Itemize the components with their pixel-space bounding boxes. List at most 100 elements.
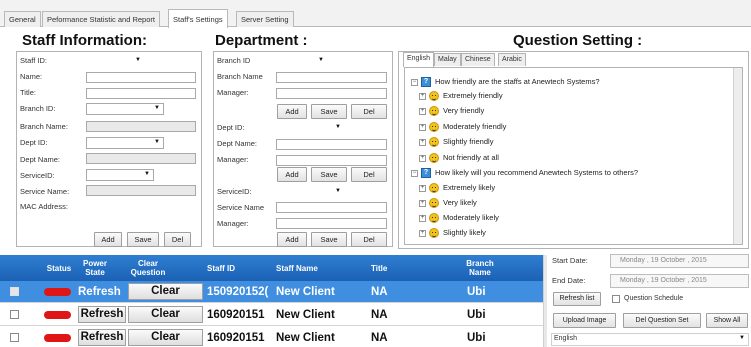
title-label: Title:	[20, 88, 36, 97]
tree-answer[interactable]: + Moderately likely	[419, 212, 499, 224]
tree-answer[interactable]: + Extremely friendly	[419, 90, 503, 102]
tree-answer[interactable]: + Not friendly at all	[419, 152, 499, 164]
service-id-combo[interactable]: ▼	[86, 169, 154, 181]
name-input[interactable]	[86, 72, 196, 83]
branch-del-button[interactable]: Del	[351, 104, 387, 119]
staff-del-button[interactable]: Del	[164, 232, 191, 247]
expand-icon[interactable]: +	[419, 138, 426, 146]
expand-icon[interactable]: +	[419, 92, 426, 100]
expand-icon[interactable]: +	[419, 107, 426, 115]
staff-save-button[interactable]: Save	[127, 232, 159, 247]
refresh-button[interactable]: Refresh	[78, 306, 126, 323]
branch-name-field	[86, 121, 196, 132]
service-del-button[interactable]: Del	[351, 232, 387, 247]
expand-icon[interactable]: +	[419, 184, 426, 192]
grid-scrollbar[interactable]	[543, 255, 547, 347]
start-date-picker[interactable]: Monday , 19 October , 2015	[610, 254, 749, 268]
language-select[interactable]: English ▼	[551, 333, 749, 346]
clear-button[interactable]: Clear	[128, 283, 203, 300]
dept-manager-input[interactable]	[276, 88, 387, 99]
dept-branch-name-label: Branch Name	[217, 72, 263, 81]
dept-save-button[interactable]: Save	[311, 167, 347, 182]
chevron-down-icon: ▼	[739, 335, 745, 341]
title-input[interactable]	[86, 88, 196, 99]
dept-dept-name-input[interactable]	[276, 139, 387, 150]
table-row[interactable]: Refresh Clear 150920152( New Client NA U…	[0, 281, 543, 303]
question-schedule-checkbox[interactable]	[612, 295, 620, 303]
dept-id-combo[interactable]: ▼	[86, 137, 164, 149]
smiley-icon	[429, 198, 439, 209]
tree-answer[interactable]: + Very friendly	[419, 105, 484, 117]
service-add-button[interactable]: Add	[277, 232, 307, 247]
collapse-icon[interactable]: −	[411, 78, 418, 86]
clear-button[interactable]: Clear	[128, 306, 203, 323]
staff-id-cell: 160920151	[207, 332, 265, 344]
dept-branch-id-dropdown-icon[interactable]: ▼	[318, 57, 324, 63]
expand-icon[interactable]: +	[419, 154, 426, 162]
del-question-set-button[interactable]: Del Question Set	[623, 313, 701, 328]
dept-add-button[interactable]: Add	[277, 167, 307, 182]
tab-staff-settings[interactable]: Staff's Settings	[168, 9, 228, 28]
tree-question-1[interactable]: −? How friendly are the staffs at Anewtec…	[411, 76, 600, 88]
expand-icon[interactable]: +	[419, 214, 426, 222]
dept-branch-name-input[interactable]	[276, 72, 387, 83]
refresh-list-button[interactable]: Refresh list	[553, 292, 601, 306]
dept-manager-label: Manager:	[217, 88, 249, 97]
dept-manager2-input[interactable]	[276, 155, 387, 166]
question-icon: ?	[421, 168, 431, 179]
lang-tab-english[interactable]: English	[403, 52, 434, 67]
tab-server-setting[interactable]: Server Setting	[236, 11, 294, 27]
tree-answer[interactable]: + Very likely	[419, 197, 477, 209]
table-row[interactable]: Refresh Clear 160920151 New Client NA Ub…	[0, 327, 543, 347]
col-status[interactable]: Status	[40, 255, 78, 281]
tree-scrollbar[interactable]	[733, 68, 742, 244]
collapse-icon[interactable]: −	[411, 169, 418, 177]
lang-tab-malay[interactable]: Malay	[434, 53, 461, 66]
row-checkbox[interactable]	[10, 287, 19, 296]
tree-answer[interactable]: + Slightly likely	[419, 227, 486, 239]
table-row[interactable]: Refresh Clear 160920151 New Client NA Ub…	[0, 304, 543, 326]
refresh-button[interactable]: Refresh	[78, 329, 126, 346]
branch-save-button[interactable]: Save	[311, 104, 347, 119]
lang-tab-chinese[interactable]: Chinese	[461, 53, 495, 66]
upload-image-button[interactable]: Upload Image	[553, 313, 616, 328]
question-tree[interactable]: −? How friendly are the staffs at Anewtec…	[404, 67, 743, 245]
expand-icon[interactable]: +	[419, 123, 426, 131]
tree-answer[interactable]: + Extremely likely	[419, 182, 495, 194]
refresh-cell[interactable]: Refresh	[78, 281, 121, 303]
show-all-button[interactable]: Show All	[706, 313, 748, 328]
col-title[interactable]: Title	[371, 255, 411, 281]
staff-id-label: Staff ID:	[20, 56, 47, 65]
service-id-dropdown-icon[interactable]: ▼	[335, 188, 341, 194]
dept-del-button[interactable]: Del	[351, 167, 387, 182]
col-power-state[interactable]: Power State	[78, 255, 112, 281]
dept-manager3-input[interactable]	[276, 218, 387, 229]
lang-tab-arabic[interactable]: Arabic	[498, 53, 526, 66]
service-save-button[interactable]: Save	[311, 232, 347, 247]
answer-text: Extremely likely	[443, 183, 496, 192]
tree-answer[interactable]: + Moderately friendly	[419, 121, 506, 133]
dept-id-dropdown-icon[interactable]: ▼	[335, 124, 341, 130]
tab-performance-statistic[interactable]: Peformance Statistic and Report	[42, 11, 160, 27]
smiley-icon	[429, 183, 439, 194]
col-clear-question[interactable]: Clear Question	[126, 255, 170, 281]
col-staff-name[interactable]: Staff Name	[276, 255, 356, 281]
row-checkbox[interactable]	[10, 310, 19, 319]
clear-button[interactable]: Clear	[128, 329, 203, 346]
branch-id-combo[interactable]: ▼	[86, 103, 164, 115]
tab-general[interactable]: General	[4, 11, 41, 27]
col-staff-id[interactable]: Staff ID	[207, 255, 267, 281]
tree-question-2[interactable]: −? How likely will you recommend Anewtech…	[411, 167, 638, 179]
staff-id-dropdown-icon[interactable]: ▼	[135, 57, 141, 63]
expand-icon[interactable]: +	[419, 229, 426, 237]
branch-add-button[interactable]: Add	[277, 104, 307, 119]
row-checkbox[interactable]	[10, 333, 19, 342]
staff-add-button[interactable]: Add	[94, 232, 122, 247]
expand-icon[interactable]: +	[419, 199, 426, 207]
staff-id-cell: 160920151	[207, 309, 265, 321]
end-date-picker[interactable]: Monday , 19 October , 2015	[610, 274, 749, 288]
col-branch-name[interactable]: Branch Name	[455, 255, 505, 281]
tree-answer[interactable]: + Slightly friendly	[419, 136, 493, 148]
dept-service-name-input[interactable]	[276, 202, 387, 213]
smiley-icon	[429, 213, 439, 224]
